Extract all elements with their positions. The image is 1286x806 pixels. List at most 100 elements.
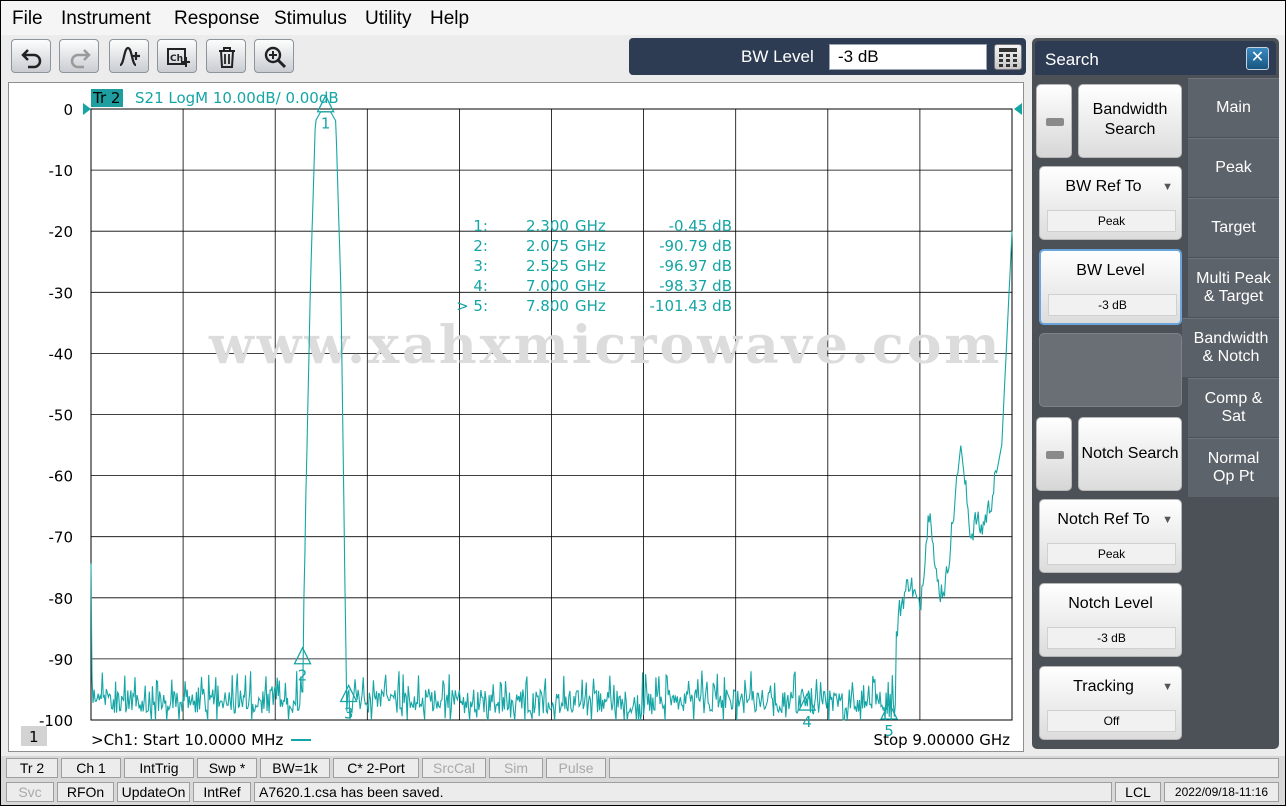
menu-response[interactable]: Response <box>174 8 260 30</box>
bw-ref-to-button[interactable]: BW Ref To ▼ Peak <box>1039 166 1182 240</box>
marker-readout-frequency: 2.075 <box>526 237 569 255</box>
bandwidth-search-label: Bandwidth Search <box>1092 101 1168 138</box>
bw-level-input[interactable] <box>829 44 987 70</box>
empty-softkey <box>1039 333 1182 407</box>
marker-readout-unit: GHz <box>575 257 606 275</box>
marker-readout-value: -90.79 dB <box>659 237 732 255</box>
bandwidth-search-button[interactable]: Bandwidth Search <box>1078 84 1182 158</box>
tab-bandwidth-notch[interactable]: Bandwidth & Notch <box>1182 318 1279 377</box>
plot-grid <box>90 108 1013 721</box>
status-trace[interactable]: Tr 2 <box>6 758 58 778</box>
bw-level-label: BW Level <box>1076 262 1145 279</box>
marker-readout-value: -0.45 dB <box>669 217 732 235</box>
status-ifbw[interactable]: BW=1k <box>260 758 330 778</box>
trace-tag[interactable]: Tr 2 <box>92 89 120 107</box>
marker-2[interactable]: 2 <box>293 646 312 685</box>
marker-readout-row: 2: 2.075 GHz -90.79 dB <box>473 237 732 255</box>
marker-readout-frequency: 2.525 <box>526 257 569 275</box>
zoom-button[interactable] <box>254 39 294 73</box>
bw-level-entry-bar: BW Level <box>629 38 1026 75</box>
tab-main[interactable]: Main <box>1188 78 1279 137</box>
status-trigger[interactable]: IntTrig <box>124 758 194 778</box>
bw-ref-to-label: BW Ref To <box>1065 178 1142 195</box>
status-datetime: 2022/09/18-11:16 <box>1164 782 1279 802</box>
measurement-window[interactable]: 0 -10 -20 -30 -40 -50 -60 -70 -80 -90 -100 www.xah… <box>8 82 1024 752</box>
bandwidth-search-indicator[interactable] <box>1036 84 1072 158</box>
stop-frequency-label[interactable]: Stop 9.00000 GHz <box>874 731 1011 749</box>
tab-peak[interactable]: Peak <box>1188 138 1279 197</box>
add-display-button[interactable]: Ch <box>157 39 197 73</box>
notch-ref-to-value: Peak <box>1047 543 1176 565</box>
y-tick-label: -40 <box>49 345 74 363</box>
undo-button[interactable] <box>11 39 51 73</box>
trash-icon <box>219 47 235 68</box>
marker-readout-unit: GHz <box>575 237 606 255</box>
delete-button[interactable] <box>206 39 246 73</box>
status-sim[interactable]: Sim <box>489 758 543 778</box>
status-message: A7620.1.csa has been saved. <box>254 782 1112 802</box>
vna-application: File Instrument Response Stimulus Utilit… <box>1 1 1285 805</box>
keypad-button[interactable] <box>994 44 1022 70</box>
softkey-header: Search ✕ <box>1035 41 1276 75</box>
reference-level-arrow-right[interactable] <box>1014 103 1022 115</box>
tab-multi-peak-target[interactable]: Multi Peak & Target <box>1188 258 1279 317</box>
tab-main-label: Main <box>1216 99 1251 116</box>
marker-triangle-icon[interactable] <box>293 646 312 665</box>
notch-ref-to-button[interactable]: Notch Ref To ▼ Peak <box>1039 499 1182 573</box>
channel-number[interactable]: 1 <box>29 728 39 746</box>
marker-number: 1 <box>321 115 331 133</box>
trace-plot[interactable]: 0-10-20-30-40-50-60-70-80-90-100 www.xah… <box>9 83 1023 751</box>
status-calibration[interactable]: C* 2-Port <box>333 758 419 778</box>
y-tick-label: -90 <box>49 651 74 669</box>
status-update-on[interactable]: UpdateOn <box>117 782 190 802</box>
undo-icon <box>21 49 42 69</box>
y-tick-label: 0 <box>63 101 73 119</box>
notch-search-button[interactable]: Notch Search <box>1078 417 1182 491</box>
status-srccal[interactable]: SrcCal <box>422 758 486 778</box>
status-sweep[interactable]: Swp * <box>197 758 257 778</box>
status-int-ref[interactable]: IntRef <box>193 782 251 802</box>
menu-utility[interactable]: Utility <box>365 8 411 30</box>
marker-number: 4 <box>802 713 812 731</box>
redo-button[interactable] <box>59 39 99 73</box>
reference-level-arrow-left[interactable] <box>83 103 91 115</box>
marker-readout-table: 1: 2.300 GHz -0.45 dB 2: 2.075 GHz -90.79 dB 3: 2… <box>456 217 732 315</box>
notch-search-label: Notch Search <box>1081 445 1179 462</box>
menu-file[interactable]: File <box>12 8 43 30</box>
menu-help[interactable]: Help <box>430 8 469 30</box>
trace-description[interactable]: S21 LogM 10.00dB/ 0.00dB <box>135 89 339 107</box>
status-lcl[interactable]: LCL <box>1115 782 1161 802</box>
y-tick-label: -80 <box>49 590 74 608</box>
notch-search-indicator[interactable] <box>1036 417 1072 491</box>
tracking-label: Tracking <box>1073 678 1134 695</box>
y-tick-label: -30 <box>49 284 74 302</box>
start-frequency-label[interactable]: >Ch1: Start 10.0000 MHz <box>91 731 283 749</box>
y-tick-label: -20 <box>49 223 74 241</box>
tab-comp-sat[interactable]: Comp & Sat <box>1188 378 1279 437</box>
keypad-icon <box>999 48 1017 67</box>
add-marker-button[interactable] <box>109 39 149 73</box>
menu-bar: File Instrument Response Stimulus Utilit… <box>1 1 1285 35</box>
marker-readout-number: 2: <box>473 237 488 255</box>
close-panel-button[interactable]: ✕ <box>1246 47 1269 70</box>
status-channel[interactable]: Ch 1 <box>61 758 121 778</box>
marker-number: 3 <box>344 704 354 722</box>
tracking-value: Off <box>1047 710 1176 732</box>
bw-level-button[interactable]: BW Level -3 dB <box>1039 249 1182 325</box>
menu-instrument[interactable]: Instrument <box>61 8 151 30</box>
status-rf-on[interactable]: RFOn <box>57 782 114 802</box>
status-svc[interactable]: Svc <box>6 782 54 802</box>
indicator-led <box>1046 118 1064 126</box>
tab-target[interactable]: Target <box>1188 198 1279 257</box>
marker-readout-number: 4: <box>473 277 488 295</box>
notch-level-label: Notch Level <box>1068 595 1153 612</box>
notch-level-button[interactable]: Notch Level -3 dB <box>1039 583 1182 657</box>
marker-add-icon <box>119 46 140 67</box>
dropdown-arrow-icon: ▼ <box>1162 514 1173 526</box>
marker-layer: 123 4 5 <box>293 94 899 740</box>
menu-stimulus[interactable]: Stimulus <box>274 8 347 30</box>
tab-normal-op-pt[interactable]: Normal Op Pt <box>1188 438 1279 497</box>
marker-readout-row: 3: 2.525 GHz -96.97 dB <box>473 257 732 275</box>
tracking-button[interactable]: Tracking ▼ Off <box>1039 666 1182 740</box>
status-pulse[interactable]: Pulse <box>546 758 606 778</box>
